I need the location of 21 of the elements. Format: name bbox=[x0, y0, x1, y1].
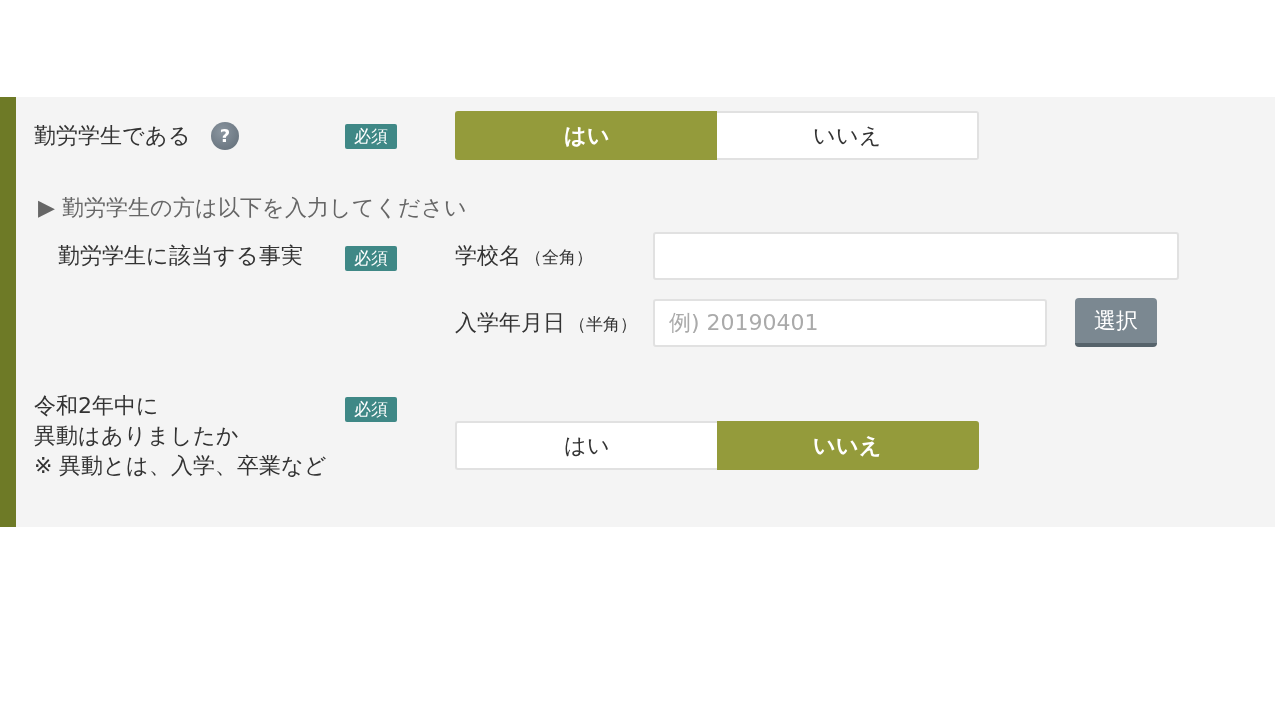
section-note: ▶ 勤労学生の方は以下を入力してください bbox=[37, 195, 468, 221]
choice-option[interactable]: はい bbox=[455, 421, 717, 470]
field-hint: （全角） bbox=[525, 246, 593, 269]
field-label: 学校名 bbox=[455, 242, 521, 270]
input-field[interactable]: 例) 20190401 bbox=[653, 298, 1047, 347]
question-label: 勤労学生に該当する事実 bbox=[57, 242, 304, 270]
required-badge: 必須 bbox=[345, 246, 397, 271]
question-label: 令和2年中に bbox=[34, 392, 159, 420]
choice-option[interactable]: はい bbox=[455, 111, 717, 160]
required-badge: 必須 bbox=[345, 124, 397, 149]
choice-option[interactable]: いいえ bbox=[717, 421, 979, 470]
choice-option[interactable]: いいえ bbox=[717, 111, 979, 160]
field-hint: （半角） bbox=[569, 312, 637, 336]
question-note: ※ 異動とは、入学、卒業など bbox=[34, 452, 328, 480]
question-label: 勤労学生である bbox=[34, 121, 191, 150]
help-button[interactable]: ? bbox=[211, 121, 239, 150]
select-button[interactable]: 選択 bbox=[1075, 298, 1157, 347]
question-label: 異動はありましたか bbox=[34, 422, 239, 450]
input-field[interactable] bbox=[653, 232, 1179, 280]
required-badge: 必須 bbox=[345, 397, 397, 422]
field-label: 入学年月日 bbox=[455, 308, 565, 337]
